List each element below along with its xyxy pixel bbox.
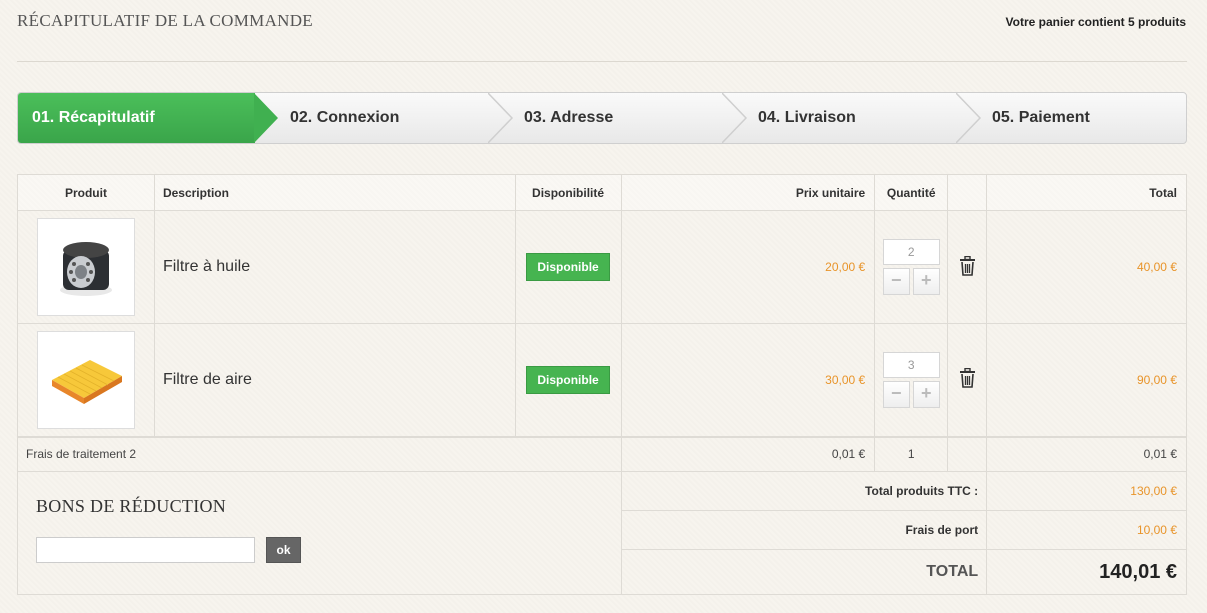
step-label: 02. Connexion [290, 109, 400, 126]
step-payment[interactable]: 05. Paiement [992, 93, 1182, 143]
checkout-steps: 01. Récapitulatif 02. Connexion 03. Adre… [17, 92, 1187, 144]
voucher-code-input[interactable] [36, 537, 255, 563]
table-row: Filtre de aire Disponible 30,00 € 3 − + [17, 323, 1187, 437]
header-total: Total [986, 174, 1187, 211]
divider [17, 61, 1187, 62]
product-image-cell [17, 210, 155, 324]
header-availability: Disponibilité [514, 174, 622, 211]
fee-label: Frais de traitement 2 [17, 436, 622, 472]
cart-count: Votre panier contient 5 produits [1005, 15, 1186, 29]
quantity-decrease-button[interactable]: − [882, 380, 910, 408]
fee-unit-price: 0,01 € [620, 436, 876, 472]
step-login[interactable]: 02. Connexion [290, 93, 490, 143]
table-row: Filtre à huile Disponible 20,00 € 2 − + [17, 210, 1187, 324]
availability-cell: Disponible [514, 210, 622, 324]
step-address[interactable]: 03. Adresse [524, 93, 724, 143]
quantity-input[interactable]: 3 [882, 351, 940, 378]
table-header-row: Produit Description Disponibilité Prix u… [17, 174, 1187, 211]
oil-filter-image [59, 242, 112, 296]
header-quantity: Quantité [874, 174, 949, 211]
products-total-value: 130,00 € [986, 471, 1187, 511]
quantity-stepper: 2 − + [882, 239, 940, 295]
unit-price: 20,00 € [620, 210, 876, 324]
step-label: 04. Livraison [758, 109, 856, 126]
grand-total-value: 140,01 € [986, 549, 1187, 595]
step-arrow [254, 93, 278, 143]
fee-total: 0,01 € [986, 436, 1187, 472]
product-image-cell [17, 323, 155, 437]
trash-icon[interactable] [959, 255, 976, 276]
step-summary[interactable]: 01. Récapitulatif [18, 93, 255, 143]
availability-cell: Disponible [514, 323, 622, 437]
header-product: Produit [17, 174, 155, 211]
fee-quantity: 1 [874, 436, 949, 472]
product-description[interactable]: Filtre de aire [153, 323, 516, 437]
quantity-decrease-button[interactable]: − [882, 268, 910, 295]
header-description: Description [153, 174, 516, 211]
fee-row: Frais de traitement 2 0,01 € 1 0,01 € [17, 436, 1187, 472]
voucher-form: ok [36, 537, 603, 563]
product-thumbnail-link[interactable] [36, 330, 135, 429]
summary-products-row: BONS DE RÉDUCTION ok Total produits TTC … [17, 471, 1187, 595]
quantity-increase-button[interactable]: + [912, 380, 940, 408]
step-arrow [488, 93, 514, 143]
line-total: 40,00 € [986, 210, 1187, 324]
quantity-cell: 2 − + [874, 210, 949, 324]
availability-badge: Disponible [526, 365, 610, 394]
product-description[interactable]: Filtre à huile [153, 210, 516, 324]
step-label: 01. Récapitulatif [32, 109, 155, 126]
delete-cell [947, 323, 988, 437]
page-title: RÉCAPITULATIF DE LA COMMANDE [17, 11, 313, 30]
vouchers-section: BONS DE RÉDUCTION ok [17, 471, 622, 595]
unit-price: 30,00 € [620, 323, 876, 437]
step-label: 05. Paiement [992, 109, 1090, 126]
shipping-label: Frais de port [620, 510, 988, 550]
quantity-input[interactable]: 2 [882, 239, 940, 265]
grand-total-label: TOTAL [620, 549, 988, 595]
quantity-cell: 3 − + [874, 323, 949, 437]
delete-cell [947, 210, 988, 324]
quantity-increase-button[interactable]: + [912, 268, 940, 295]
step-label: 03. Adresse [524, 109, 614, 126]
step-shipping[interactable]: 04. Livraison [758, 93, 958, 143]
header-delete [947, 174, 988, 211]
products-total-label: Total produits TTC : [620, 471, 988, 511]
air-filter-image [51, 359, 122, 404]
cart-table: Produit Description Disponibilité Prix u… [17, 174, 1187, 595]
vouchers-title: BONS DE RÉDUCTION [36, 496, 227, 516]
voucher-submit-button[interactable]: ok [266, 537, 301, 563]
line-total: 90,00 € [986, 323, 1187, 437]
product-thumbnail-link[interactable] [36, 218, 135, 316]
header-unit-price: Prix unitaire [620, 174, 876, 211]
fee-empty-cell [947, 436, 988, 472]
step-arrow [722, 93, 748, 143]
shipping-value: 10,00 € [986, 510, 1187, 550]
step-arrow [956, 93, 982, 143]
trash-icon[interactable] [959, 368, 976, 389]
availability-badge: Disponible [526, 253, 610, 281]
quantity-stepper: 3 − + [882, 351, 940, 408]
